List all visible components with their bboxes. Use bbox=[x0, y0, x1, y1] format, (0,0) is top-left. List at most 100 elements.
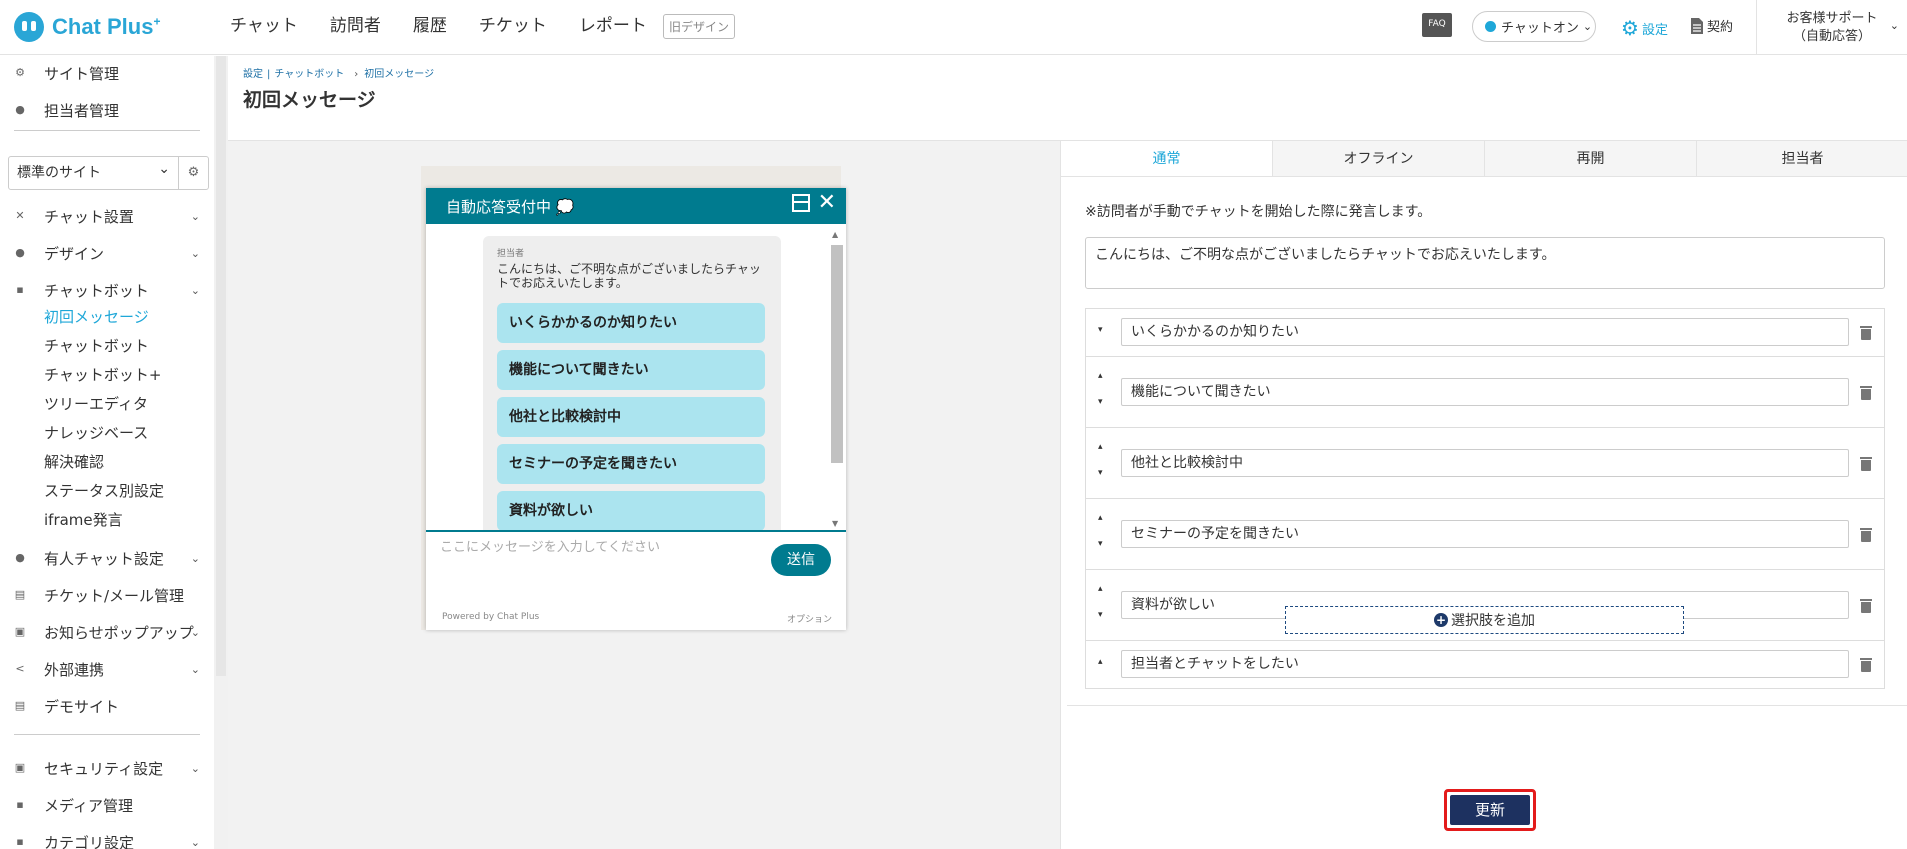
faq-icon[interactable]: FAQ bbox=[1422, 13, 1452, 37]
scroll-up-icon[interactable]: ▲ bbox=[832, 230, 838, 239]
sidebar-item-ticket-mail[interactable]: ▤ チケット/メール管理 bbox=[14, 583, 200, 607]
move-down-icon[interactable]: ▾ bbox=[1098, 397, 1112, 407]
sidebar-subitem-chatbot-plus[interactable]: チャットボット+ bbox=[44, 364, 161, 386]
sidebar-item-demo-site[interactable]: ▤ デモサイト bbox=[14, 694, 200, 718]
sidebar-item-label: チャット設置 bbox=[44, 207, 134, 226]
sidebar-subitem-iframe[interactable]: iframe発言 bbox=[44, 509, 123, 531]
support-line2: （自動応答） bbox=[1792, 29, 1871, 44]
contract-link[interactable]: 契約 bbox=[1690, 16, 1733, 35]
chevron-down-icon: ⌄ bbox=[190, 625, 200, 639]
support-menu[interactable]: お客様サポート （自動応答） ⌄ bbox=[1756, 0, 1907, 55]
sidebar-subitem-resolution[interactable]: 解決確認 bbox=[44, 451, 104, 473]
nav-visitors[interactable]: 訪問者 bbox=[330, 14, 381, 38]
move-up-icon[interactable]: ▴ bbox=[1098, 442, 1112, 452]
gear-icon: ⚙ bbox=[15, 66, 25, 79]
gear-icon: ⚙ bbox=[1621, 16, 1639, 40]
send-button[interactable]: 送信 bbox=[771, 544, 831, 576]
tab-staff[interactable]: 担当者 bbox=[1697, 141, 1907, 176]
preview-option[interactable]: 資料が欲しい bbox=[497, 491, 765, 530]
trash-icon[interactable] bbox=[1860, 528, 1872, 542]
sidebar-item-popup[interactable]: ▣ お知らせポップアップ ⌄ bbox=[14, 620, 200, 644]
move-down-icon[interactable]: ▾ bbox=[1098, 325, 1112, 335]
trash-icon[interactable] bbox=[1860, 599, 1872, 613]
nav-tickets[interactable]: チケット bbox=[479, 14, 547, 38]
sidebar-item-site-management[interactable]: ⚙ サイト管理 bbox=[14, 61, 200, 85]
move-down-icon[interactable]: ▾ bbox=[1098, 468, 1112, 478]
sidebar-subitem-first-message[interactable]: 初回メッセージ bbox=[44, 306, 149, 328]
sidebar-item-category[interactable]: ▪ カテゴリ設定 ⌄ bbox=[14, 830, 200, 849]
trash-icon[interactable] bbox=[1860, 326, 1872, 340]
sidebar-item-label: サイト管理 bbox=[44, 64, 120, 83]
choice-input[interactable]: 他社と比較検討中 bbox=[1121, 449, 1849, 477]
minimize-icon[interactable] bbox=[791, 194, 810, 212]
scrollbar-thumb[interactable] bbox=[216, 56, 226, 676]
chat-status-dropdown[interactable]: チャットオン ⌄ bbox=[1472, 11, 1596, 42]
nav-history[interactable]: 履歴 bbox=[413, 14, 447, 38]
sidebar-subitem-status-settings[interactable]: ステータス別設定 bbox=[44, 480, 164, 502]
tab-resume[interactable]: 再開 bbox=[1485, 141, 1697, 176]
nav-chat[interactable]: チャット bbox=[230, 14, 298, 38]
choice-input[interactable]: 担当者とチャットをしたい bbox=[1121, 650, 1849, 678]
trash-icon[interactable] bbox=[1860, 457, 1872, 471]
settings-link[interactable]: ⚙ 設定 bbox=[1621, 16, 1668, 40]
site-select[interactable]: 標準のサイト ⚙ bbox=[8, 153, 209, 190]
choice-input[interactable]: いくらかかるのか知りたい bbox=[1121, 318, 1849, 346]
sidebar-item-label: 外部連携 bbox=[44, 660, 105, 679]
move-up-icon[interactable]: ▴ bbox=[1098, 657, 1112, 667]
headset-icon: ● bbox=[15, 551, 25, 564]
sidebar-item-chatbot[interactable]: ▪ チャットボット ⌄ bbox=[14, 278, 200, 302]
preview-option[interactable]: いくらかかるのか知りたい bbox=[497, 303, 765, 343]
widget-body: 担当者 こんにちは、ご不明な点がございましたらチャットでお応えいたします。 いく… bbox=[426, 224, 846, 530]
image-icon: ▪ bbox=[16, 798, 24, 811]
sidebar-item-chat-setup[interactable]: ✕ チャット設置 ⌄ bbox=[14, 204, 200, 228]
scrollbar-thumb[interactable] bbox=[831, 245, 843, 463]
first-message-textarea[interactable]: こんにちは、ご不明な点がございましたらチャットでお応えいたします。 bbox=[1085, 237, 1885, 289]
sidebar-item-label: チケット/メール管理 bbox=[44, 586, 185, 605]
choice-input[interactable]: 機能について聞きたい bbox=[1121, 378, 1849, 406]
sidebar-item-media[interactable]: ▪ メディア管理 bbox=[14, 793, 200, 817]
move-up-icon[interactable]: ▴ bbox=[1098, 513, 1112, 523]
update-button[interactable]: 更新 bbox=[1450, 795, 1530, 825]
gear-icon[interactable]: ⚙ bbox=[178, 157, 208, 189]
trash-icon[interactable] bbox=[1860, 658, 1872, 672]
sidebar-subitem-chatbot[interactable]: チャットボット bbox=[44, 335, 149, 357]
breadcrumb-chatbot[interactable]: チャットボット bbox=[274, 69, 344, 80]
move-down-icon[interactable]: ▾ bbox=[1098, 539, 1112, 549]
monitor-icon: ▤ bbox=[14, 699, 26, 712]
sidebar-item-staff-management[interactable]: ● 担当者管理 bbox=[14, 98, 200, 122]
tab-normal[interactable]: 通常 bbox=[1061, 141, 1273, 176]
sidebar-subitem-tree-editor[interactable]: ツリーエディタ bbox=[44, 393, 148, 415]
widget-scrollbar[interactable]: ▲ ▼ bbox=[828, 228, 844, 530]
tab-offline[interactable]: オフライン bbox=[1273, 141, 1485, 176]
top-bar: Chat Plus+ チャット 訪問者 履歴 チケット レポート 旧デザイン F… bbox=[0, 0, 1907, 55]
sidebar-item-live-chat[interactable]: ● 有人チャット設定 ⌄ bbox=[14, 546, 200, 570]
list-icon: ▤ bbox=[14, 588, 26, 601]
preview-option[interactable]: 他社と比較検討中 bbox=[497, 397, 765, 437]
move-up-icon[interactable]: ▴ bbox=[1098, 371, 1112, 381]
trash-icon[interactable] bbox=[1860, 386, 1872, 400]
choice-input[interactable]: セミナーの予定を聞きたい bbox=[1121, 520, 1849, 548]
old-design-button[interactable]: 旧デザイン bbox=[663, 14, 736, 39]
nav-reports[interactable]: レポート bbox=[579, 14, 647, 38]
logo[interactable]: Chat Plus+ bbox=[14, 9, 160, 45]
page-header: 設定 | チャットボット › 初回メッセージ 初回メッセージ bbox=[228, 56, 1907, 141]
sidebar-item-integrations[interactable]: < 外部連携 ⌄ bbox=[14, 657, 200, 681]
add-choice-button[interactable]: + 選択肢を追加 bbox=[1285, 606, 1684, 634]
option-link[interactable]: オプション bbox=[787, 612, 832, 625]
move-down-icon[interactable]: ▾ bbox=[1098, 610, 1112, 620]
share-icon: < bbox=[15, 662, 25, 675]
window-icon: ▣ bbox=[14, 625, 26, 638]
logo-sup: + bbox=[153, 14, 161, 29]
sidebar-item-design[interactable]: ● デザイン ⌄ bbox=[14, 241, 200, 265]
sidebar-item-security[interactable]: ▣ セキュリティ設定 ⌄ bbox=[14, 756, 200, 780]
sidebar-scrollbar[interactable] bbox=[214, 56, 228, 849]
sidebar-subitem-knowledge-base[interactable]: ナレッジベース bbox=[44, 422, 148, 444]
breadcrumb-settings[interactable]: 設定 bbox=[243, 69, 263, 80]
preview-option[interactable]: 機能について聞きたい bbox=[497, 350, 765, 390]
close-icon[interactable]: ✕ bbox=[818, 192, 836, 214]
contract-label: 契約 bbox=[1707, 20, 1734, 35]
move-up-icon[interactable]: ▴ bbox=[1098, 584, 1112, 594]
scroll-down-icon[interactable]: ▼ bbox=[832, 519, 838, 528]
message-input[interactable]: ここにメッセージを入力してください bbox=[440, 536, 660, 555]
preview-option[interactable]: セミナーの予定を聞きたい bbox=[497, 444, 765, 484]
